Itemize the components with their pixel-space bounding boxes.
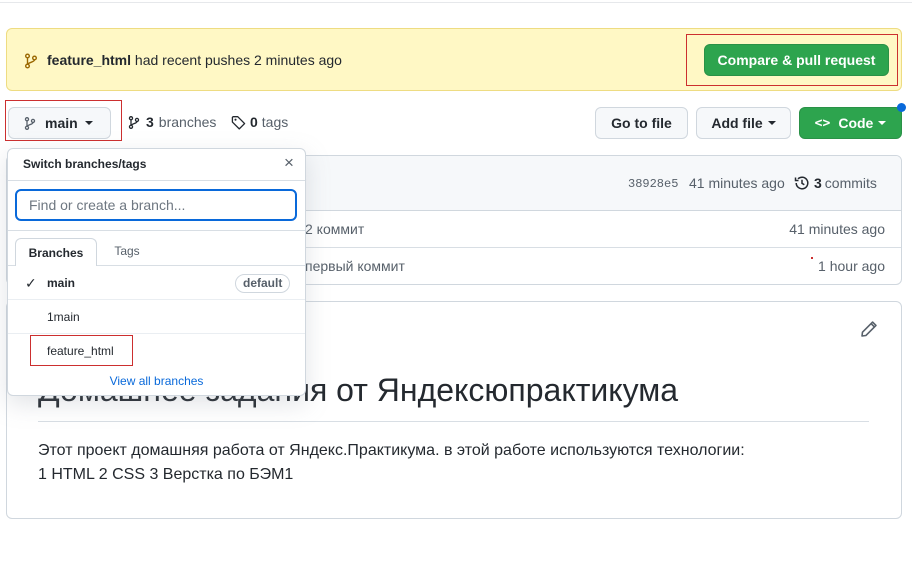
chevron-down-icon <box>767 121 776 125</box>
default-badge: default <box>235 274 291 293</box>
banner-message: had recent pushes 2 minutes ago <box>134 52 342 68</box>
branch-item-1main[interactable]: 1main <box>8 300 305 334</box>
banner-text: feature_html had recent pushes 2 minutes… <box>47 52 342 68</box>
tags-link[interactable]: 0 tags <box>231 114 288 130</box>
compare-pull-request-button[interactable]: Compare & pull request <box>704 44 889 76</box>
branch-item-label: 1main <box>47 310 80 324</box>
code-label: Code <box>838 115 874 131</box>
current-branch-name: main <box>45 115 78 131</box>
go-to-file-button[interactable]: Go to file <box>595 107 688 139</box>
branches-label: branches <box>158 114 217 130</box>
branches-count: 3 <box>146 114 154 130</box>
add-file-button[interactable]: Add file <box>696 107 791 139</box>
dropdown-title: Switch branches/tags <box>23 157 147 171</box>
git-branch-icon <box>24 116 36 130</box>
branch-search-input[interactable] <box>15 189 297 221</box>
tags-count: 0 <box>250 114 258 130</box>
row-commit-time: 41 minutes ago <box>789 221 885 237</box>
row-commit-time: 1 hour ago <box>818 258 885 274</box>
commit-sha[interactable]: 38928e5 <box>628 177 678 191</box>
git-branch-icon <box>128 115 140 129</box>
branch-item-main[interactable]: ✓ main default <box>8 266 305 300</box>
code-button[interactable]: <> Code <box>799 107 902 139</box>
check-icon: ✓ <box>25 275 37 291</box>
tab-tags[interactable]: Tags <box>104 244 150 258</box>
branches-link[interactable]: 3 branches <box>128 114 216 130</box>
tags-label: tags <box>261 114 289 130</box>
branch-item-label: main <box>47 276 76 290</box>
row-commit-message[interactable]: 2 коммит <box>305 221 364 237</box>
chevron-down-icon <box>878 121 887 125</box>
top-divider <box>0 2 912 3</box>
add-file-label: Add file <box>711 115 763 131</box>
latest-commit-time: 41 minutes ago <box>689 175 785 191</box>
readme-divider <box>38 421 869 422</box>
divider <box>8 230 305 231</box>
close-icon[interactable]: × <box>281 154 297 171</box>
view-all-branches-link[interactable]: View all branches <box>7 374 306 388</box>
readme-paragraph: Этот проект домашняя работа от Яндекс.Пр… <box>38 442 745 459</box>
code-icon: <> <box>814 115 831 131</box>
commits-label: commits <box>824 175 877 191</box>
commits-link[interactable]: 3 commits <box>794 175 877 191</box>
commits-count: 3 <box>814 175 822 191</box>
banner-branch-link[interactable]: feature_html <box>47 52 131 68</box>
tag-icon <box>231 115 246 130</box>
notification-dot <box>897 103 906 112</box>
history-icon <box>794 176 809 190</box>
divider <box>8 180 305 181</box>
pencil-icon[interactable] <box>860 320 878 338</box>
highlight-frame-feature <box>30 335 133 366</box>
annotation-mark <box>811 257 813 259</box>
git-branch-icon <box>25 53 37 69</box>
branch-select-button[interactable]: main <box>8 107 111 139</box>
row-commit-message[interactable]: первый коммит <box>305 258 405 274</box>
chevron-down-icon <box>84 121 93 125</box>
readme-paragraph: 1 HTML 2 CSS 3 Верстка по БЭМ1 <box>38 466 294 483</box>
tab-branches[interactable]: Branches <box>15 238 97 266</box>
